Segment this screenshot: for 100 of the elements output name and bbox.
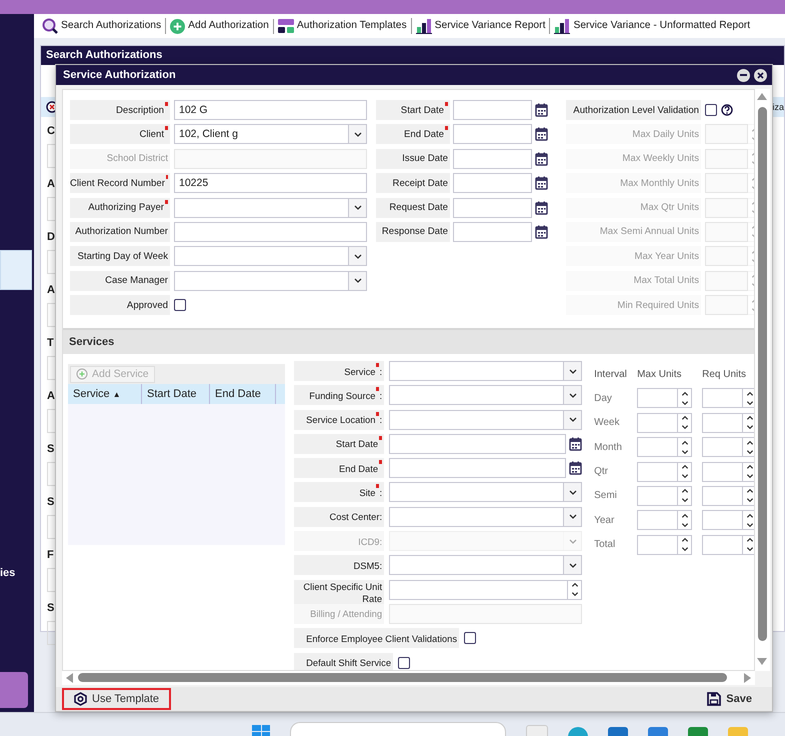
chevron-down-icon[interactable] <box>744 448 754 456</box>
date-field[interactable] <box>453 198 532 218</box>
chevron-up-icon[interactable] <box>744 390 754 398</box>
chevron-down-icon[interactable] <box>568 390 578 400</box>
chevron-down-icon[interactable] <box>680 398 690 407</box>
chevron-up-icon[interactable] <box>680 463 690 472</box>
number-field[interactable] <box>637 412 678 433</box>
number-field[interactable] <box>637 510 678 530</box>
chevron-down-icon[interactable] <box>352 252 362 261</box>
number-field[interactable] <box>637 534 678 555</box>
checkbox[interactable] <box>705 104 717 116</box>
date-field[interactable] <box>453 124 532 144</box>
search-field[interactable] <box>290 722 506 736</box>
chevron-down-icon[interactable] <box>352 203 362 212</box>
dropdown-field[interactable] <box>389 506 582 527</box>
chevron-up-icon[interactable] <box>744 414 754 422</box>
chevron-down-icon[interactable] <box>568 415 578 424</box>
chevron-down-icon[interactable] <box>744 496 754 504</box>
number-field[interactable] <box>705 295 748 316</box>
app-icon[interactable] <box>526 725 548 736</box>
date-field[interactable] <box>453 100 532 120</box>
number-field[interactable] <box>705 148 748 169</box>
dropdown-field[interactable] <box>389 555 582 576</box>
chevron-up-icon[interactable] <box>680 414 690 422</box>
chevron-up-icon[interactable] <box>680 512 690 520</box>
close-button[interactable] <box>754 68 767 82</box>
dropdown-field[interactable] <box>174 246 367 266</box>
chevron-down-icon[interactable] <box>568 512 578 522</box>
dropdown-field[interactable] <box>389 410 582 430</box>
checkbox[interactable] <box>398 656 410 669</box>
vertical-scrollbar[interactable] <box>755 89 770 671</box>
date-field[interactable] <box>453 222 532 242</box>
toolbar-button[interactable]: Add Authorization <box>166 18 274 34</box>
chevron-up-icon[interactable] <box>680 390 690 398</box>
date-field[interactable] <box>389 458 566 478</box>
chevron-up-icon[interactable] <box>570 581 580 590</box>
text-field[interactable]: 10225 <box>174 173 367 194</box>
toolbar-button[interactable]: Search Authorizations <box>38 18 166 34</box>
calendar-icon[interactable] <box>535 176 548 190</box>
number-field[interactable] <box>389 580 568 600</box>
toolbar-button[interactable]: Service Variance - Unformatted Report <box>550 18 754 34</box>
chevron-down-icon[interactable] <box>352 276 362 286</box>
number-field[interactable] <box>702 534 744 555</box>
tab-label[interactable]: iza <box>772 102 784 112</box>
calendar-icon[interactable] <box>535 103 548 117</box>
app-icon[interactable] <box>688 727 708 736</box>
horizontal-scrollbar[interactable] <box>62 671 755 685</box>
number-field[interactable] <box>637 486 678 506</box>
calendar-icon[interactable] <box>569 436 582 451</box>
checkbox[interactable] <box>464 632 476 644</box>
chevron-down-icon[interactable] <box>744 520 754 529</box>
toolbar-button[interactable]: Authorization Templates <box>274 18 412 34</box>
chevron-down-icon[interactable] <box>680 520 690 529</box>
chevron-down-icon[interactable] <box>680 472 690 480</box>
help-icon[interactable] <box>721 104 733 116</box>
chevron-up-icon[interactable] <box>680 536 690 544</box>
calendar-icon[interactable] <box>535 224 548 239</box>
number-field[interactable] <box>702 510 744 530</box>
calendar-icon[interactable] <box>535 152 548 166</box>
number-field[interactable] <box>705 270 748 291</box>
save-button[interactable]: Save <box>695 688 764 710</box>
chevron-down-icon[interactable] <box>568 488 578 497</box>
chevron-up-icon[interactable] <box>744 438 754 447</box>
app-icon[interactable] <box>648 727 668 736</box>
app-icon[interactable] <box>568 727 588 736</box>
column-header[interactable]: Start Date <box>142 384 210 404</box>
number-field[interactable] <box>705 124 748 144</box>
chevron-down-icon[interactable] <box>680 545 690 554</box>
date-field[interactable] <box>389 434 566 454</box>
number-field[interactable] <box>705 246 748 266</box>
text-field[interactable]: 102 G <box>174 100 367 120</box>
chevron-down-icon[interactable] <box>744 423 754 432</box>
dropdown-field[interactable]: 102, Client g <box>174 124 367 144</box>
chevron-up-icon[interactable] <box>680 487 690 496</box>
dropdown-field[interactable] <box>389 385 582 406</box>
number-field[interactable] <box>705 222 748 242</box>
checkbox[interactable] <box>174 299 186 312</box>
number-field[interactable] <box>637 388 678 408</box>
toolbar-button[interactable]: Service Variance Report <box>412 18 550 34</box>
chevron-up-icon[interactable] <box>744 487 754 496</box>
chevron-down-icon[interactable] <box>570 590 580 598</box>
number-field[interactable] <box>702 412 744 433</box>
chevron-down-icon[interactable] <box>680 448 690 456</box>
number-field[interactable] <box>705 198 748 218</box>
app-icon[interactable] <box>608 727 628 736</box>
number-field[interactable] <box>637 437 678 458</box>
number-field[interactable] <box>702 462 744 482</box>
calendar-icon[interactable] <box>535 200 548 215</box>
chevron-up-icon[interactable] <box>744 536 754 544</box>
chevron-up-icon[interactable] <box>680 438 690 447</box>
date-field[interactable] <box>453 173 532 194</box>
chevron-down-icon[interactable] <box>744 398 754 407</box>
column-header[interactable]: Service ▲ <box>68 384 142 404</box>
windows-icon[interactable] <box>252 725 270 736</box>
number-field[interactable] <box>705 173 748 194</box>
chevron-down-icon[interactable] <box>568 560 578 570</box>
dropdown-field[interactable] <box>174 198 367 218</box>
dropdown-field[interactable] <box>389 482 582 502</box>
date-field[interactable] <box>453 148 532 169</box>
minimize-button[interactable] <box>737 68 750 82</box>
